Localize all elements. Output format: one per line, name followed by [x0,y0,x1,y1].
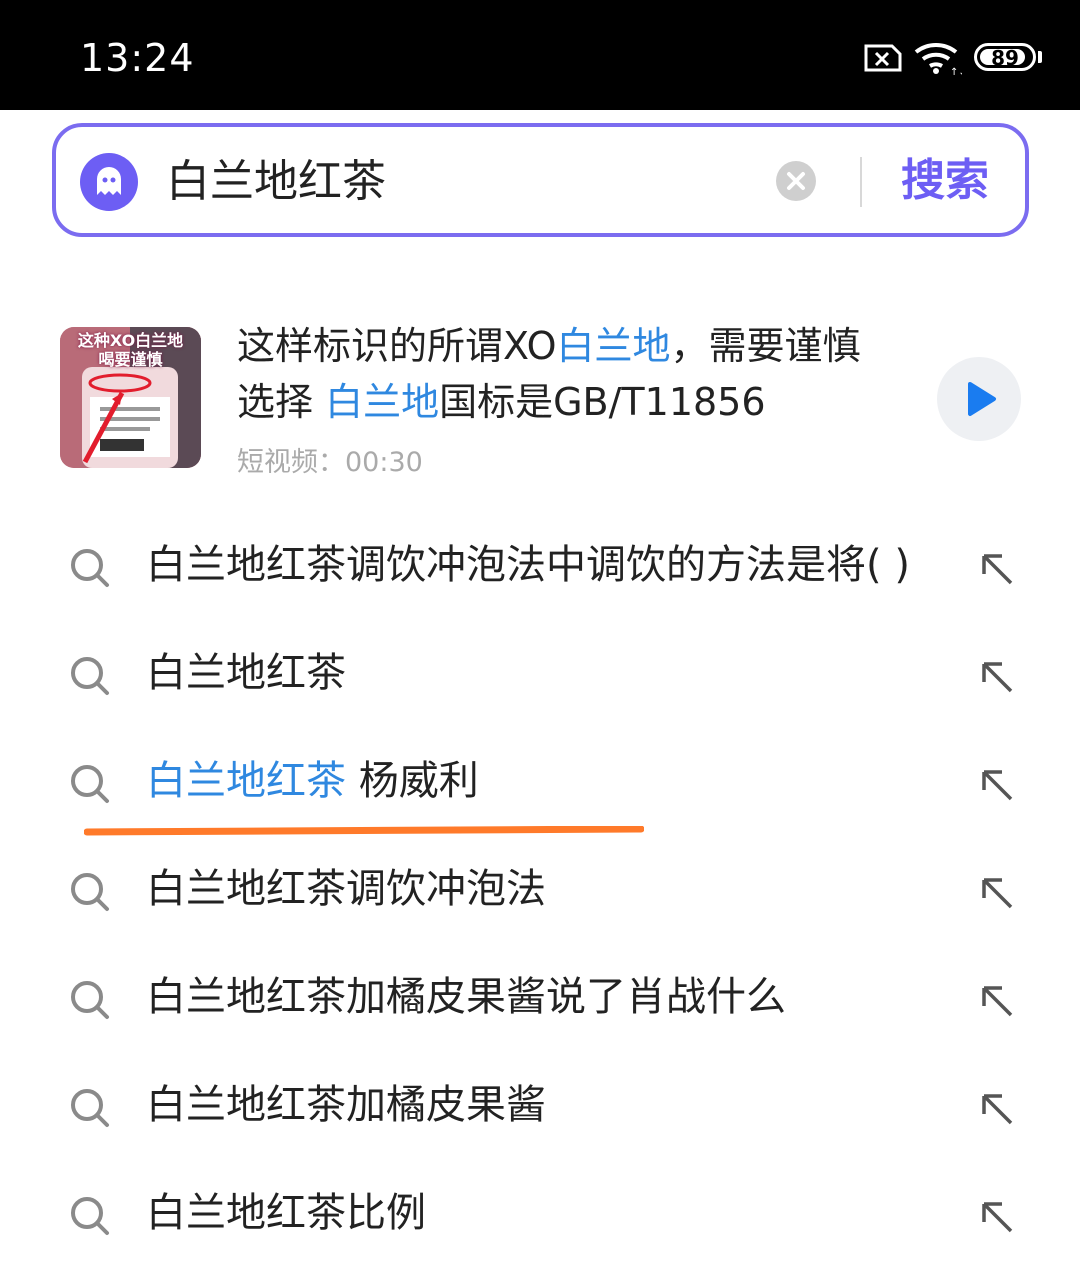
divider [860,157,862,207]
suggestion-text: 白兰地红茶加橘皮果酱说了肖战什么 [146,974,786,1020]
search-icon [71,657,109,695]
suggestion-item[interactable]: 白兰地红茶 [0,620,1080,728]
battery-icon: 89 [974,43,1036,71]
video-thumbnail[interactable]: 这种XO白兰地 喝要谨慎 [60,327,201,468]
search-icon [71,1089,109,1127]
play-icon [968,382,996,416]
video-title[interactable]: 这样标识的所谓XO白兰地，需要谨慎 选择 白兰地国标是GB/T11856 [237,318,927,430]
status-time: 13:24 [80,36,195,80]
suggestion-highlight: 白兰地红茶 [146,758,346,804]
search-icon [71,549,109,587]
search-input[interactable]: 白兰地红茶 [166,153,386,211]
svg-text:↑↓: ↑↓ [950,67,962,76]
suggestion-text-rest: 杨威利 [346,758,479,804]
video-title-highlight: 白兰地 [556,324,671,368]
arrow-up-left-icon[interactable] [978,1090,1016,1128]
ghost-logo-icon [80,153,138,211]
search-icon [71,1197,109,1235]
search-button[interactable]: 搜索 [901,151,989,211]
thumbnail-caption-line2: 喝要谨慎 [98,350,163,369]
suggestion-item[interactable]: 白兰地红茶调饮冲泡法 [0,836,1080,944]
arrow-up-left-icon[interactable] [978,658,1016,696]
suggestion-item[interactable]: 白兰地红茶比例 [0,1160,1080,1268]
suggestion-text: 白兰地红茶 [146,650,346,696]
suggestion-item[interactable]: 白兰地红茶 杨威利 [0,728,1080,836]
highlight-underline [84,826,644,836]
search-icon [71,765,109,803]
suggestion-text: 白兰地红茶调饮冲泡法中调饮的方法是将( ) [146,542,910,588]
arrow-up-left-icon[interactable] [978,1198,1016,1236]
thumbnail-caption: 这种XO白兰地 喝要谨慎 [60,331,201,369]
suggestion-text: 白兰地红茶 杨威利 [146,752,479,810]
suggestion-text: 白兰地红茶比例 [146,1190,426,1236]
video-duration: 短视频：00:30 [237,447,423,478]
video-title-text: 国标是GB/T11856 [439,380,766,424]
search-bar[interactable]: 白兰地红茶 搜索 [52,123,1029,237]
video-title-text: 选择 [237,380,326,424]
arrow-up-left-icon[interactable] [978,874,1016,912]
video-title-highlight: 白兰地 [325,380,440,424]
video-title-text: 这样标识的所谓XO [237,324,557,368]
suggestion-item[interactable]: 白兰地红茶加橘皮果酱说了肖战什么 [0,944,1080,1052]
arrow-up-left-icon[interactable] [978,766,1016,804]
suggestion-item[interactable]: 白兰地红茶调饮冲泡法中调饮的方法是将( ) [0,512,1080,620]
suggestion-text: 白兰地红茶加橘皮果酱 [146,1082,546,1128]
wifi-icon: ↑↓ [914,42,962,76]
thumbnail-caption-line1: 这种XO白兰地 [77,331,184,350]
video-title-text: ，需要谨慎 [670,324,861,368]
arrow-up-left-icon[interactable] [978,982,1016,1020]
suggestion-text: 白兰地红茶调饮冲泡法 [146,866,546,912]
arrow-up-left-icon[interactable] [978,550,1016,588]
search-icon [71,981,109,1019]
status-bar: 13:24 ↑↓ 89 [0,0,1080,110]
battery-level: 89 [991,46,1019,70]
suggestion-item[interactable]: 白兰地红茶加橘皮果酱 [0,1052,1080,1160]
clear-icon[interactable] [776,161,816,201]
play-button[interactable] [937,357,1021,441]
no-sim-icon [864,44,902,72]
battery-tip [1038,51,1042,63]
search-icon [71,873,109,911]
